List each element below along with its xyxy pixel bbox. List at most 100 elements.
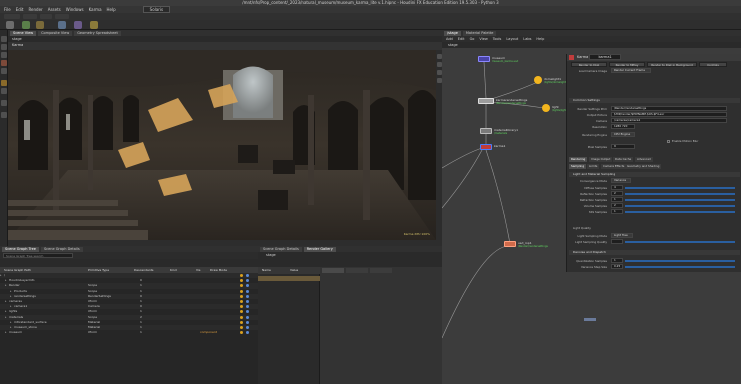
- tab-rendering[interactable]: Rendering: [569, 157, 588, 162]
- network-menu-edit[interactable]: Edit: [458, 37, 465, 41]
- tab-details[interactable]: Scene Graph Details: [260, 246, 302, 252]
- rotate-tool-icon[interactable]: [1, 52, 7, 58]
- viewport-render[interactable]: Karma XPU 100%: [8, 50, 436, 240]
- light-material-sampling-section[interactable]: Light and Material Sampling: [569, 172, 740, 177]
- karma-field-value[interactable]: /Render/rendersettings: [611, 106, 727, 111]
- visibility-icon[interactable]: [240, 326, 243, 329]
- tab-render-gallery[interactable]: Render Gallery: [303, 246, 336, 252]
- visibility-icon[interactable]: [240, 300, 243, 303]
- denoise-value[interactable]: 0.25: [611, 264, 623, 269]
- denoise-slider[interactable]: [625, 265, 735, 268]
- sampling-slider[interactable]: [625, 192, 735, 195]
- node-usd-rop[interactable]: [504, 241, 516, 247]
- shelf-tool-icon[interactable]: [90, 21, 98, 29]
- camera-tool-icon[interactable]: [1, 88, 7, 94]
- subtab-sampling[interactable]: Sampling: [569, 164, 587, 169]
- tab-scene-graph-tree[interactable]: Scene Graph Tree: [2, 246, 39, 252]
- shelf-tab[interactable]: [40, 14, 52, 19]
- node-museum[interactable]: [478, 56, 490, 62]
- tab-geometry-spreadsheet[interactable]: Geometry Spreadsheet: [74, 30, 121, 36]
- details-path[interactable]: stage: [258, 252, 442, 259]
- karma-field-value[interactable]: 1280 720: [611, 124, 635, 129]
- menu-file[interactable]: File: [4, 7, 11, 12]
- motion-blur-checkbox[interactable]: [667, 140, 670, 143]
- view-tool-icon[interactable]: [1, 112, 7, 118]
- col-descendants[interactable]: Descendants: [134, 268, 154, 272]
- active-icon[interactable]: [246, 289, 249, 293]
- active-icon[interactable]: [246, 284, 249, 288]
- network-menu-labs[interactable]: Labs: [523, 37, 531, 41]
- subtab-geometry-shading[interactable]: Geometry and Shading: [625, 164, 662, 169]
- sampling-value[interactable]: 2: [611, 203, 623, 208]
- shelf-tool-icon[interactable]: [74, 21, 82, 29]
- tab-composite-view[interactable]: Composite View: [38, 30, 73, 36]
- visibility-icon[interactable]: [240, 279, 243, 283]
- tab-material-palette[interactable]: Material Palette: [462, 30, 497, 36]
- tab-image-output[interactable]: Image Output: [589, 157, 613, 162]
- network-menu-layout[interactable]: Layout: [506, 37, 518, 41]
- visibility-icon[interactable]: [240, 294, 243, 298]
- expand-arrow-icon[interactable]: ▸: [5, 330, 7, 335]
- visibility-icon[interactable]: [240, 310, 243, 314]
- shelf-tab[interactable]: [23, 14, 37, 19]
- visibility-icon[interactable]: [240, 274, 243, 277]
- karma-field-value[interactable]: CPU Engine: [611, 132, 635, 137]
- details-value-tab[interactable]: [370, 268, 392, 273]
- karma-field-value[interactable]: /cameras/camera1: [611, 118, 727, 123]
- active-icon[interactable]: [246, 331, 249, 335]
- network-menu-tools[interactable]: Tools: [493, 37, 502, 41]
- load-camera-select[interactable]: Render Current Frame: [611, 68, 651, 73]
- active-icon[interactable]: [246, 274, 249, 277]
- visibility-icon[interactable]: [240, 289, 243, 293]
- sampling-slider[interactable]: [625, 204, 735, 207]
- shelf-tool-icon[interactable]: [6, 21, 14, 29]
- sampling-value[interactable]: 4: [611, 185, 623, 190]
- visibility-icon[interactable]: [240, 284, 243, 288]
- tab-scene-graph-details[interactable]: Scene Graph Details: [40, 246, 83, 252]
- node-materiallibrary[interactable]: [480, 128, 492, 134]
- sampling-value[interactable]: 2: [611, 191, 623, 196]
- render-to-mplay-button[interactable]: Render to MPlay: [609, 62, 645, 67]
- menu-windows[interactable]: Windows: [66, 7, 84, 12]
- shelf-tool-icon[interactable]: [58, 21, 66, 29]
- col-vis[interactable]: Vis: [196, 268, 200, 272]
- sampling-value[interactable]: 1: [611, 209, 623, 214]
- col-draw-mode[interactable]: Draw Mode: [210, 268, 227, 272]
- shelf-tool-icon[interactable]: [22, 21, 30, 29]
- sampling-slider[interactable]: [625, 198, 735, 201]
- node-light[interactable]: [542, 104, 550, 112]
- denoise-value[interactable]: 1: [611, 258, 623, 263]
- col-path[interactable]: Scene Graph Path: [4, 268, 31, 272]
- light-sampling-quality-slider[interactable]: [625, 240, 735, 243]
- display-option-icon[interactable]: [436, 54, 442, 59]
- display-option-icon[interactable]: [436, 62, 442, 67]
- menu-karma[interactable]: Karma: [89, 7, 102, 12]
- pose-tool-icon[interactable]: [1, 100, 7, 106]
- tab-advanced[interactable]: Advanced: [635, 157, 653, 162]
- tab-scene-view[interactable]: Scene View: [10, 30, 37, 36]
- menu-assets[interactable]: Assets: [48, 7, 61, 12]
- details-value-tab[interactable]: [346, 268, 368, 273]
- handle-tool-icon[interactable]: [1, 68, 7, 74]
- menu-edit[interactable]: Edit: [16, 7, 24, 12]
- active-icon[interactable]: [246, 310, 249, 314]
- light-sampling-mode-select[interactable]: Light Tree: [611, 233, 633, 238]
- display-option-icon[interactable]: [436, 78, 442, 83]
- karma-field-value[interactable]: 9: [611, 144, 635, 149]
- denoise-slider[interactable]: [625, 259, 735, 262]
- network-menu-view[interactable]: View: [479, 37, 487, 41]
- active-icon[interactable]: [246, 315, 249, 319]
- visibility-icon[interactable]: [240, 305, 243, 309]
- col-type[interactable]: Primitive Type: [88, 268, 109, 272]
- network-menu-help[interactable]: Help: [536, 37, 544, 41]
- sampling-value[interactable]: Variance: [611, 178, 631, 183]
- node-karma[interactable]: [480, 144, 492, 150]
- render-background-button[interactable]: Render to Disk in Background: [647, 62, 697, 67]
- network-menu-go[interactable]: Go: [470, 37, 475, 41]
- subtab-limits[interactable]: Limits: [587, 164, 600, 169]
- viewport-renderer-label[interactable]: Karma: [12, 43, 23, 47]
- col-kind[interactable]: Kind: [170, 268, 177, 272]
- shelf-tab[interactable]: [4, 14, 20, 19]
- visibility-icon[interactable]: [240, 315, 243, 319]
- sampling-slider[interactable]: [625, 210, 735, 213]
